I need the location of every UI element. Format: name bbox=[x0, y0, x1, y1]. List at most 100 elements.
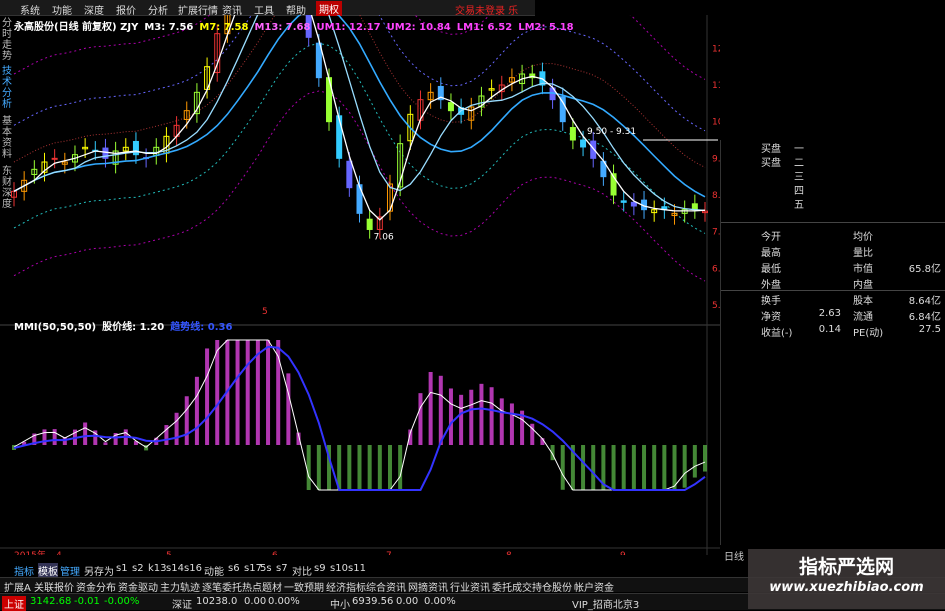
quote-label: PE(动) bbox=[853, 328, 884, 339]
ma-legend-item: UM1: 12.17 bbox=[316, 22, 381, 33]
indicator-tab-2[interactable]: 管理 bbox=[60, 563, 80, 578]
price-tick: 7.00 bbox=[712, 228, 720, 238]
mmi-bar bbox=[652, 445, 657, 490]
quote-panel: 买盘一买盘二三四五今开 均价 最高 量比 最低 市值 65.8亿 外盘 内盘 换手 股本 8.64亿净… bbox=[720, 140, 945, 545]
mmi-bar bbox=[672, 445, 677, 490]
candle-body bbox=[569, 127, 576, 141]
indicator-tab-17[interactable]: s11 bbox=[348, 563, 366, 574]
chart-title: 永高股份(日线 前复权) ZJY bbox=[14, 22, 139, 33]
indicator-tab-4[interactable]: s1 bbox=[116, 563, 128, 574]
month-label: 8 bbox=[506, 551, 512, 555]
indicator-tab-12[interactable]: 5s bbox=[260, 563, 272, 574]
quote-label: 今开 bbox=[761, 232, 781, 243]
quote-label: 换手 bbox=[761, 296, 781, 307]
mmi-bar bbox=[438, 375, 443, 445]
indicator-tab-8[interactable]: s16 bbox=[184, 563, 202, 574]
mmi-bar bbox=[357, 445, 362, 490]
mmi-bar bbox=[286, 373, 291, 445]
indicator-tab-6[interactable]: k13 bbox=[148, 563, 167, 574]
bid-level: 五 bbox=[794, 200, 804, 211]
mmi-bar bbox=[266, 340, 271, 445]
indicator-tab-3[interactable]: 另存为 bbox=[84, 563, 114, 578]
mmi-bar bbox=[469, 389, 474, 445]
mmi-bar bbox=[509, 403, 514, 445]
mmi-bar bbox=[367, 445, 372, 490]
price-tick: 12.00 bbox=[712, 44, 720, 54]
indicator-tab-14[interactable]: 对比 bbox=[292, 563, 312, 578]
month-label: 7 bbox=[386, 551, 392, 555]
indicator-tabs: 指标 模板 管理 另存为 s1 s2 k13 s14 s16 动能 s6 s17 5s s7 对比 s9 s10… bbox=[0, 563, 720, 578]
bid-level: 四 bbox=[794, 186, 804, 197]
quote-value: 8.64亿 bbox=[908, 296, 941, 307]
mmi-bar bbox=[499, 398, 504, 445]
quote-value: 2.63 bbox=[818, 308, 841, 319]
function-tab-8[interactable]: 经济指标 bbox=[326, 579, 366, 594]
indicator-tab-7[interactable]: s14 bbox=[166, 563, 184, 574]
low-annotation: 7.06 bbox=[374, 232, 394, 242]
mmi-bar bbox=[621, 445, 626, 490]
function-tab-14[interactable]: 帐户资金 bbox=[574, 579, 614, 594]
indicator-tab-0[interactable]: 指标 bbox=[14, 563, 34, 578]
quote-value: 27.5 bbox=[918, 324, 941, 335]
bid-level: 二 bbox=[794, 158, 804, 169]
indicator-tab-9[interactable]: 动能 bbox=[204, 563, 224, 578]
mmi-bar bbox=[418, 393, 423, 445]
period-label[interactable]: 日线 bbox=[724, 548, 744, 563]
mmi-bar bbox=[611, 445, 616, 490]
mmi-bar bbox=[581, 445, 586, 490]
panel-divider bbox=[721, 290, 945, 291]
function-tab-7[interactable]: 一致预期 bbox=[284, 579, 324, 594]
index-sh-percent: -0.00% bbox=[104, 596, 140, 607]
index-sz-change: 0.00 bbox=[244, 596, 267, 607]
month-marker: 5 bbox=[262, 307, 268, 317]
function-tab-0[interactable]: 扩展A bbox=[4, 579, 31, 594]
function-tab-2[interactable]: 资金分布 bbox=[76, 579, 116, 594]
bid-level: 一 bbox=[794, 144, 804, 155]
indicator-tab-5[interactable]: s2 bbox=[132, 563, 144, 574]
indicator-tab-10[interactable]: s6 bbox=[228, 563, 240, 574]
candle-body bbox=[630, 201, 637, 207]
indicator-tab-16[interactable]: s10 bbox=[330, 563, 348, 574]
candle-body bbox=[336, 115, 343, 159]
candle-body bbox=[620, 200, 627, 203]
mmi-bar bbox=[459, 394, 464, 445]
function-tab-11[interactable]: 行业资讯 bbox=[450, 579, 490, 594]
watermark: 指标严选网 www.xuezhibiao.com bbox=[748, 549, 945, 609]
mmi-bar bbox=[489, 387, 494, 445]
mmi-bar bbox=[682, 445, 687, 488]
quote-label: 最低 bbox=[761, 264, 781, 275]
mmi-bar bbox=[194, 376, 199, 445]
index-sz-percent: 0.00% bbox=[268, 596, 300, 607]
mmi-bar bbox=[479, 383, 484, 445]
ma-legend-item: LM1: 6.52 bbox=[456, 22, 513, 33]
mmi-bar bbox=[387, 445, 392, 490]
function-tab-4[interactable]: 主力轨迹 bbox=[160, 579, 200, 594]
mmi-bar bbox=[245, 340, 250, 445]
month-label: 6 bbox=[272, 551, 278, 555]
indicator-tab-13[interactable]: s7 bbox=[276, 563, 288, 574]
indicator-tab-15[interactable]: s9 bbox=[314, 563, 326, 574]
quote-label: 均价 bbox=[853, 232, 873, 243]
index-zx-value: 6939.56 bbox=[352, 596, 394, 607]
function-tab-1[interactable]: 关联报价 bbox=[34, 579, 74, 594]
mmi-bar bbox=[692, 445, 697, 478]
indicator-tab-1[interactable]: 模板 bbox=[38, 563, 58, 578]
mark-annotation: 9.50 - 9.31 bbox=[587, 127, 636, 137]
mmi-bar bbox=[52, 429, 57, 445]
function-tab-10[interactable]: 网摘资讯 bbox=[408, 579, 448, 594]
function-tab-9[interactable]: 综合资讯 bbox=[366, 579, 406, 594]
mmi-bar bbox=[428, 371, 433, 445]
menu-item-9[interactable]: 期权 bbox=[316, 1, 342, 16]
bid-label: 买盘 bbox=[761, 144, 781, 155]
candle-body bbox=[366, 218, 373, 230]
function-tab-13[interactable]: 持仓股份 bbox=[532, 579, 572, 594]
bid-label: 买盘 bbox=[761, 158, 781, 169]
function-tab-12[interactable]: 委托成交 bbox=[492, 579, 532, 594]
candle-body bbox=[580, 139, 587, 148]
panel-divider bbox=[721, 222, 945, 223]
mmi-bar bbox=[174, 412, 179, 445]
function-tab-5[interactable]: 逐笔委托 bbox=[202, 579, 242, 594]
watermark-url: www.xuezhibiao.com bbox=[769, 580, 924, 595]
function-tab-6[interactable]: 热点题材 bbox=[242, 579, 282, 594]
function-tab-3[interactable]: 资金驱动 bbox=[118, 579, 158, 594]
